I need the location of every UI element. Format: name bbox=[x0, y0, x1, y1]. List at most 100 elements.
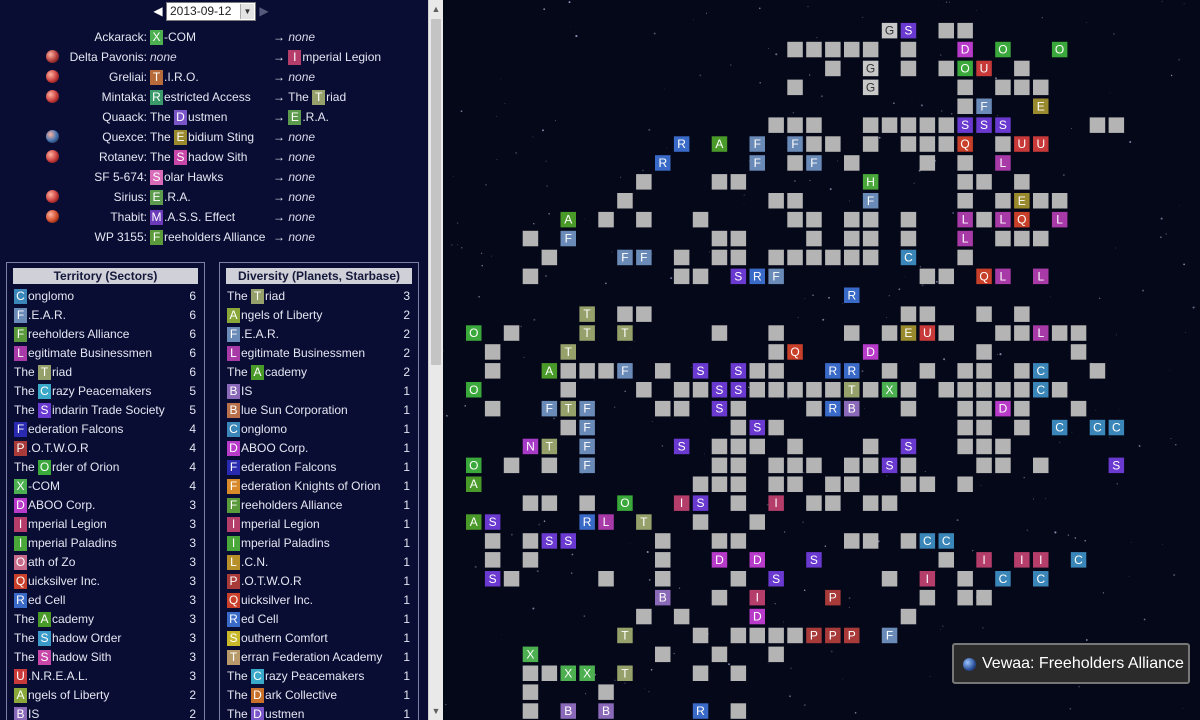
empty-sector[interactable] bbox=[844, 155, 860, 171]
target-faction[interactable]: E .R.A. bbox=[288, 110, 329, 125]
owner-faction[interactable]: T .I.R.O. bbox=[150, 70, 199, 85]
empty-sector[interactable] bbox=[730, 665, 747, 682]
faction-link[interactable]: The Crazy Peacemakers bbox=[227, 669, 364, 684]
galaxy-map[interactable]: GSDOOGOUGFESSSRAFFQUURFFLHFEALLQLFLFFCSR… bbox=[443, 0, 1200, 720]
empty-sector[interactable] bbox=[522, 703, 539, 719]
empty-sector[interactable] bbox=[1014, 382, 1030, 398]
system-row[interactable]: Quaack: The Dustmen → E .R.A. bbox=[0, 107, 428, 127]
diversity-row[interactable]: P .O.T.W.O.R 1 bbox=[220, 572, 418, 591]
empty-sector[interactable] bbox=[1014, 419, 1030, 436]
empty-sector[interactable] bbox=[1089, 117, 1106, 133]
faction-link[interactable]: L .C.N. bbox=[227, 555, 268, 570]
owner-faction[interactable]: X -COM bbox=[150, 30, 196, 45]
empty-sector[interactable] bbox=[711, 476, 728, 493]
faction-link[interactable]: D ABOO Corp. bbox=[14, 498, 95, 513]
territory-row[interactable]: Red Cell 3 bbox=[7, 591, 204, 610]
territory-row[interactable]: Federation Falcons 4 bbox=[7, 420, 204, 439]
empty-sector[interactable] bbox=[1014, 363, 1030, 379]
empty-sector[interactable] bbox=[919, 589, 936, 606]
empty-sector[interactable] bbox=[711, 457, 728, 474]
empty-sector[interactable] bbox=[825, 60, 841, 77]
diversity-row[interactable]: Terran Federation Academy 1 bbox=[220, 648, 418, 667]
faction-link[interactable]: Quicksilver Inc. bbox=[14, 574, 100, 589]
empty-sector[interactable] bbox=[862, 41, 879, 58]
owner-faction[interactable]: The Ebidium Sting bbox=[150, 130, 254, 145]
empty-sector[interactable] bbox=[862, 495, 879, 511]
territory-row[interactable]: Legitimate Businessmen 6 bbox=[7, 344, 204, 363]
owner-faction[interactable]: E .R.A. bbox=[150, 190, 191, 205]
empty-sector[interactable] bbox=[900, 457, 917, 474]
empty-sector[interactable] bbox=[995, 230, 1011, 247]
empty-sector[interactable] bbox=[844, 249, 860, 266]
system-row[interactable]: WP 3155: Freeholders Alliance → none bbox=[0, 227, 428, 247]
faction-link[interactable]: P .O.T.W.O.R bbox=[227, 574, 302, 589]
empty-sector[interactable] bbox=[730, 174, 747, 190]
empty-sector[interactable] bbox=[749, 382, 766, 398]
empty-sector[interactable] bbox=[768, 249, 784, 266]
diversity-row[interactable]: Quicksilver Inc. 1 bbox=[220, 591, 418, 610]
faction-link[interactable]: Conglomo bbox=[227, 422, 287, 437]
diversity-row[interactable]: D ABOO Corp. 1 bbox=[220, 439, 418, 458]
empty-sector[interactable] bbox=[806, 117, 822, 133]
empty-sector[interactable] bbox=[522, 533, 539, 549]
empty-sector[interactable] bbox=[711, 249, 728, 266]
empty-sector[interactable] bbox=[806, 211, 822, 228]
empty-sector[interactable] bbox=[768, 419, 784, 436]
empty-sector[interactable] bbox=[938, 552, 955, 568]
empty-sector[interactable] bbox=[692, 268, 709, 285]
empty-sector[interactable] bbox=[938, 268, 955, 285]
empty-sector[interactable] bbox=[957, 155, 973, 171]
empty-sector[interactable] bbox=[730, 533, 747, 549]
faction-link[interactable]: The Shadow Order bbox=[14, 631, 121, 646]
empty-sector[interactable] bbox=[503, 457, 520, 474]
previous-date-icon[interactable]: ◀ bbox=[150, 4, 166, 18]
empty-sector[interactable] bbox=[976, 344, 992, 360]
faction-link[interactable]: Conglomo bbox=[14, 289, 74, 304]
empty-sector[interactable] bbox=[919, 117, 936, 133]
faction-link[interactable]: Red Cell bbox=[14, 593, 65, 608]
diversity-row[interactable]: Red Cell 1 bbox=[220, 610, 418, 629]
faction-link[interactable]: Southern Comfort bbox=[227, 631, 328, 646]
empty-sector[interactable] bbox=[938, 136, 955, 152]
empty-sector[interactable] bbox=[768, 344, 784, 360]
empty-sector[interactable] bbox=[862, 382, 879, 398]
empty-sector[interactable] bbox=[692, 382, 709, 398]
empty-sector[interactable] bbox=[484, 344, 501, 360]
diversity-row[interactable]: Southern Comfort 1 bbox=[220, 629, 418, 648]
chevron-down-icon[interactable]: ▼ bbox=[240, 3, 254, 19]
faction-link[interactable]: Imperial Paladins bbox=[14, 536, 117, 551]
faction-link[interactable]: Angels of Liberty bbox=[14, 688, 109, 703]
empty-sector[interactable] bbox=[844, 230, 860, 247]
territory-row[interactable]: The Academy 3 bbox=[7, 610, 204, 629]
territory-row[interactable]: D ABOO Corp. 3 bbox=[7, 496, 204, 515]
empty-sector[interactable] bbox=[844, 533, 860, 549]
empty-sector[interactable] bbox=[749, 363, 766, 379]
empty-sector[interactable] bbox=[1014, 400, 1030, 417]
territory-row[interactable]: X -COM 4 bbox=[7, 477, 204, 496]
empty-sector[interactable] bbox=[522, 268, 539, 285]
empty-sector[interactable] bbox=[692, 514, 709, 530]
faction-link[interactable]: B IS bbox=[227, 384, 252, 399]
empty-sector[interactable] bbox=[976, 174, 992, 190]
faction-link[interactable]: The Shadow Sith bbox=[14, 650, 111, 665]
empty-sector[interactable] bbox=[560, 382, 577, 398]
empty-sector[interactable] bbox=[957, 98, 973, 115]
owner-faction[interactable]: The Dustmen bbox=[150, 110, 227, 125]
empty-sector[interactable] bbox=[730, 571, 747, 587]
empty-sector[interactable] bbox=[560, 363, 577, 379]
empty-sector[interactable] bbox=[825, 41, 841, 58]
territory-row[interactable]: Imperial Legion 3 bbox=[7, 515, 204, 534]
empty-sector[interactable] bbox=[484, 400, 501, 417]
empty-sector[interactable] bbox=[768, 363, 784, 379]
empty-sector[interactable] bbox=[768, 325, 784, 341]
empty-sector[interactable] bbox=[957, 400, 973, 417]
empty-sector[interactable] bbox=[636, 211, 652, 228]
empty-sector[interactable] bbox=[995, 79, 1011, 96]
faction-link[interactable]: X -COM bbox=[14, 479, 60, 494]
empty-sector[interactable] bbox=[881, 363, 898, 379]
empty-sector[interactable] bbox=[957, 476, 973, 493]
empty-sector[interactable] bbox=[995, 382, 1011, 398]
empty-sector[interactable] bbox=[1014, 174, 1030, 190]
empty-sector[interactable] bbox=[881, 325, 898, 341]
empty-sector[interactable] bbox=[730, 495, 747, 511]
